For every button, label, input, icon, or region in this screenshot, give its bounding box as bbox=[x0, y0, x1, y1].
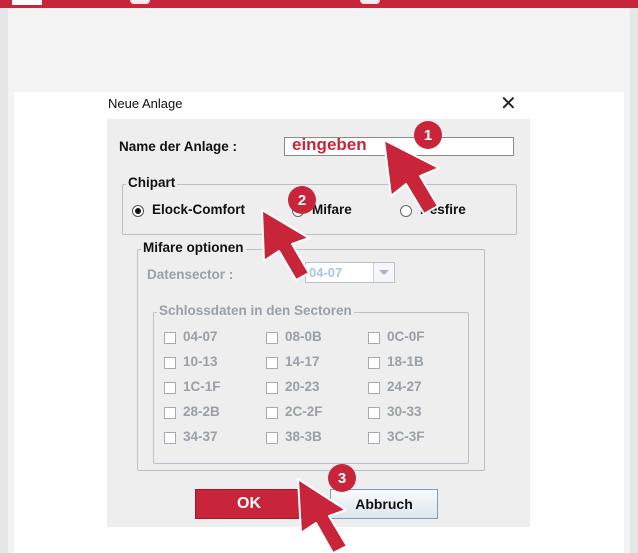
step-marker-3: 3 bbox=[328, 464, 356, 492]
step-marker-1: 1 bbox=[414, 121, 442, 149]
step-marker-2: 2 bbox=[288, 186, 316, 214]
arrow-pointer-icon bbox=[261, 209, 310, 281]
arrow-pointer-icon bbox=[383, 139, 440, 215]
annotation-arrows bbox=[261, 139, 440, 553]
